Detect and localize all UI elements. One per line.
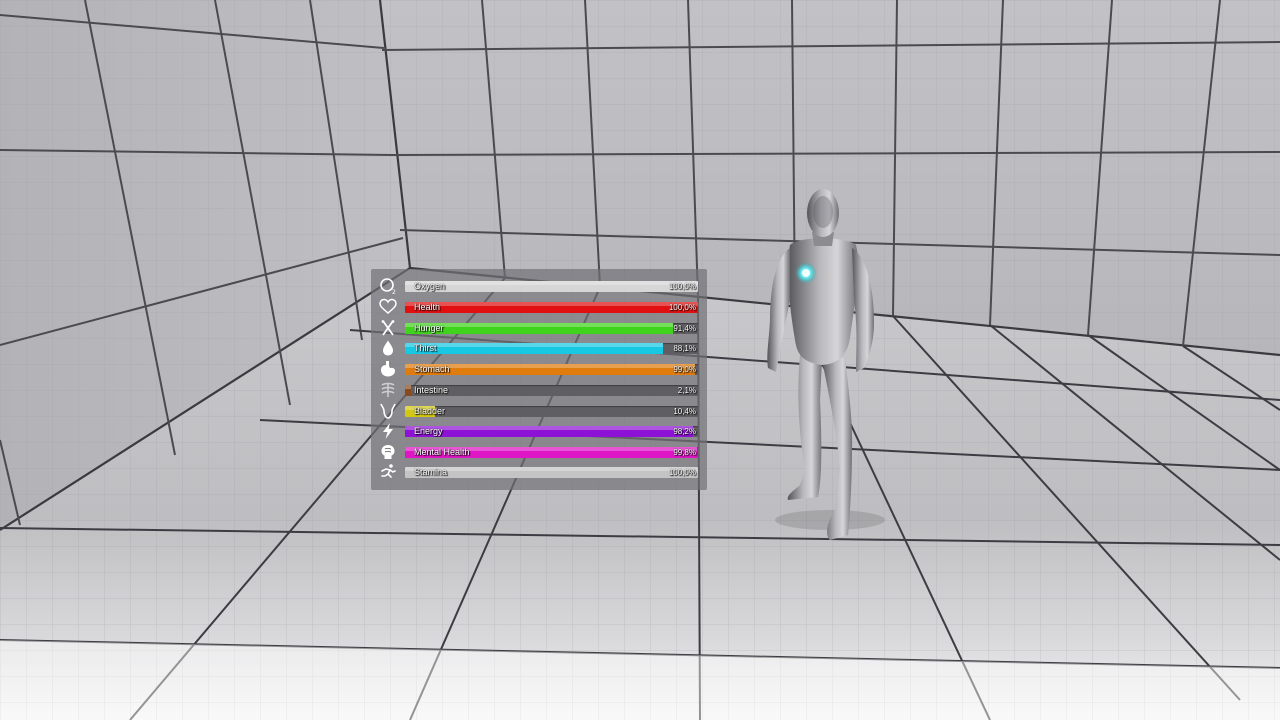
water-drop-icon [378,339,398,357]
intestine-bar-fill [405,385,412,396]
hunger-bar-fill [405,323,673,334]
stamina-bar-fill [405,467,698,478]
bladder-value: 10,4% [673,407,696,416]
heart-icon [378,298,398,316]
stamina-bar: Stamina 100,0% [405,467,698,478]
stat-row-bladder: Bladder 10,4% [371,401,707,421]
energy-bar-fill [405,426,693,437]
energy-value: 98,2% [673,427,696,436]
oxygen-icon: 2 [378,277,398,295]
running-icon [378,463,398,481]
energy-bar: Energy 98,2% [405,426,698,437]
survival-stats-panel: 2 Oxygen 100,0% Health 100,0% Hunger 91,… [371,269,707,490]
oxygen-bar: Oxygen 100,0% [405,281,698,292]
health-value: 100,0% [668,303,696,312]
stat-row-mental-health: Mental Health 99,8% [371,442,707,462]
stamina-value: 100,0% [668,468,696,477]
health-label: Health [414,302,441,312]
bladder-label: Bladder [414,406,446,416]
intestine-icon [378,381,398,399]
stomach-bar: Stomach 99,0% [405,364,698,375]
intestine-label: Intestine [414,385,449,395]
hunger-icon [378,319,398,337]
thirst-bar-fill [405,343,664,354]
thirst-value: 88,1% [673,344,696,353]
mental-health-value: 99,8% [673,448,696,457]
oxygen-label: Oxygen [414,281,446,291]
stomach-label: Stomach [414,364,450,374]
stat-row-stamina: Stamina 100,0% [371,462,707,482]
oxygen-value: 100,0% [668,282,696,291]
stat-row-oxygen: 2 Oxygen 100,0% [371,276,707,296]
mental-health-bar: Mental Health 99,8% [405,447,698,458]
stat-row-energy: Energy 98,2% [371,421,707,441]
thirst-label: Thirst [414,343,437,353]
svg-text:2: 2 [392,289,396,295]
lightning-icon [378,422,398,440]
oxygen-bar-fill [405,281,698,292]
thirst-bar: Thirst 88,1% [405,343,698,354]
stamina-label: Stamina [414,467,448,477]
health-bar-fill [405,302,698,313]
intestine-value: 2,1% [677,386,696,395]
energy-label: Energy [414,426,443,436]
stat-row-hunger: Hunger 91,4% [371,318,707,338]
brain-icon [378,443,398,461]
intestine-bar: Intestine 2,1% [405,385,698,396]
hunger-value: 91,4% [673,324,696,333]
stat-row-intestine: Intestine 2,1% [371,380,707,400]
stomach-value: 99,0% [673,365,696,374]
bladder-bar: Bladder 10,4% [405,406,698,417]
hunger-label: Hunger [414,323,444,333]
bladder-icon [378,402,398,420]
hunger-bar: Hunger 91,4% [405,323,698,334]
stat-row-thirst: Thirst 88,1% [371,338,707,358]
health-bar: Health 100,0% [405,302,698,313]
stat-row-health: Health 100,0% [371,297,707,317]
stat-row-stomach: Stomach 99,0% [371,359,707,379]
mental-health-label: Mental Health [414,447,470,457]
stomach-icon [378,360,398,378]
